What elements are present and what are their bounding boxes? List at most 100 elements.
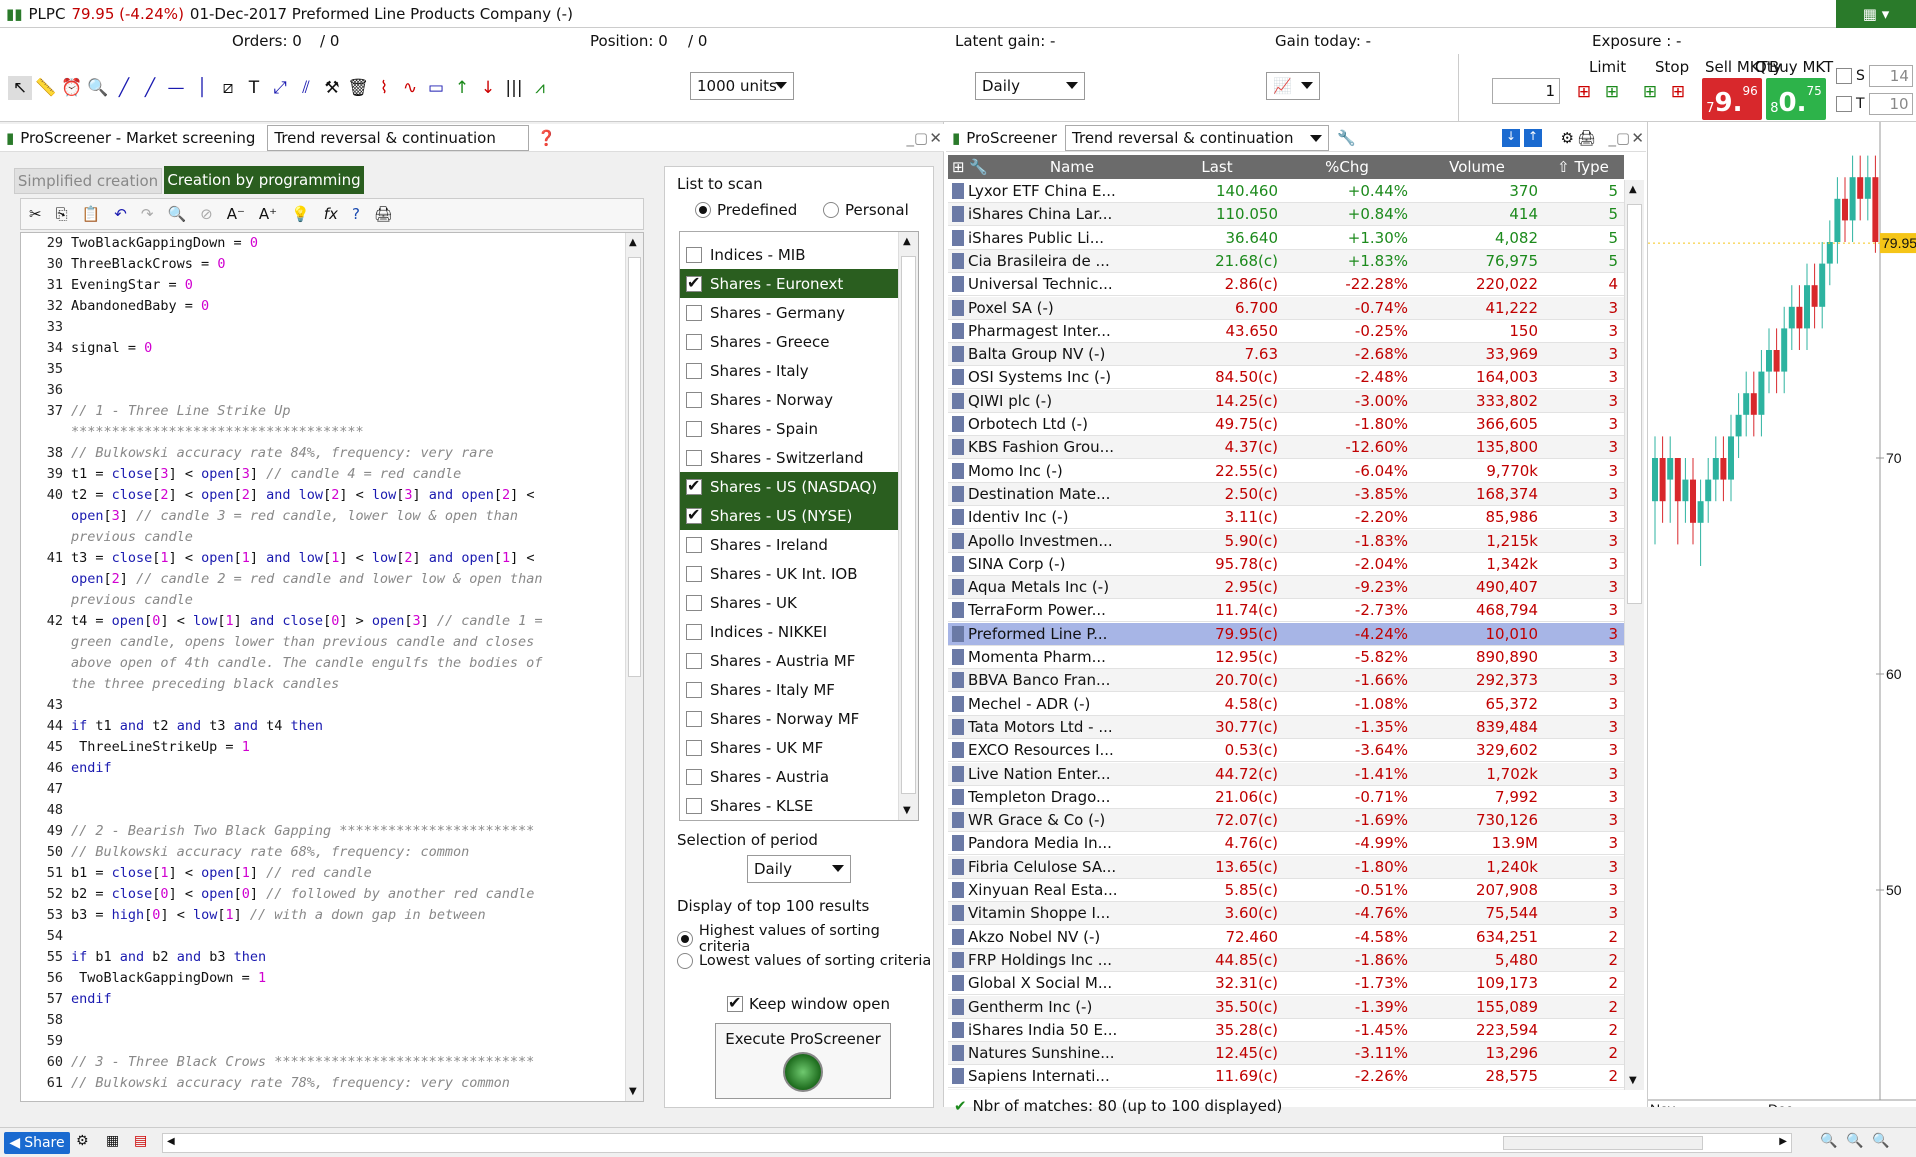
wave-icon[interactable]: ∿ — [398, 76, 422, 100]
scan-list-item[interactable]: Shares - Norway MF — [680, 704, 900, 733]
editor-scrollbar[interactable]: ▲ ▼ — [625, 233, 643, 1101]
scroll-right-icon[interactable]: ▶ — [1779, 1136, 1787, 1147]
trendline-icon[interactable]: ╱ — [138, 76, 162, 100]
scan-list-item[interactable]: Shares - UK MF — [680, 733, 900, 762]
scan-list-item[interactable]: Shares - Switzerland — [680, 443, 900, 472]
scan-item-checkbox[interactable] — [686, 652, 702, 669]
header-icons[interactable]: ⊞ 🔧 — [948, 155, 992, 179]
sell-market-button[interactable]: 7 9. 96 — [1702, 78, 1762, 120]
zoom-in-icon[interactable]: 🔍 — [1820, 1133, 1837, 1149]
settings-icon[interactable]: ⚙ — [1561, 129, 1574, 147]
table-row[interactable]: Aqua Metals Inc (-) 2.95(c) -9.23% 490,407 3 — [948, 576, 1624, 600]
maximize-icon[interactable]: ▢ — [914, 129, 928, 147]
table-row[interactable]: Apollo Investmen... 5.90(c) -1.83% 1,215k 3 — [948, 529, 1624, 553]
table-row[interactable]: Live Nation Enter... 44.72(c) -1.41% 1,702k… — [948, 762, 1624, 786]
redo-icon[interactable]: ↷ — [141, 205, 154, 223]
table-row[interactable]: Momo Inc (-) 22.55(c) -6.04% 9,770k 3 — [948, 460, 1624, 483]
table-row[interactable]: Orbotech Ltd (-) 49.75(c) -1.80% 366,605 3 — [948, 413, 1624, 436]
scan-item-checkbox[interactable] — [686, 304, 702, 321]
table-row[interactable]: iShares China Lar... 110.050 +0.84% 414 5 — [948, 203, 1624, 227]
arrow-down-icon[interactable]: ↓ — [476, 76, 500, 100]
font-smaller-icon[interactable]: A⁻ — [227, 205, 245, 223]
pattern-icon[interactable]: ⌇ — [372, 76, 396, 100]
table-row[interactable]: Balta Group NV (-) 7.63 -2.68% 33,969 3 — [948, 343, 1624, 367]
col-volume[interactable]: Volume — [1412, 155, 1542, 179]
table-row[interactable]: BBVA Banco Fran... 20.70(c) -1.66% 292,373 3 — [948, 669, 1624, 693]
cut-icon[interactable]: ✂ — [29, 205, 42, 223]
close-icon[interactable]: ✕ — [1631, 129, 1644, 147]
rectangle-icon[interactable]: ▭ — [424, 76, 448, 100]
table-row[interactable]: OSI Systems Inc (-) 84.50(c) -2.48% 164,003… — [948, 366, 1624, 390]
share-button[interactable]: ◀ Share — [4, 1132, 70, 1154]
table-row[interactable]: Poxel SA (-) 6.700 -0.74% 41,222 3 — [948, 296, 1624, 320]
table-row[interactable]: Templeton Drago... 21.06(c) -0.71% 7,992 3 — [948, 786, 1624, 809]
scan-item-checkbox[interactable] — [686, 623, 702, 640]
execute-button[interactable]: Execute ProScreener — [715, 1023, 891, 1099]
radio-predefined[interactable]: Predefined — [695, 201, 797, 219]
tab-simplified[interactable]: Simplified creation — [14, 168, 162, 194]
s-input[interactable]: 14 — [1868, 65, 1913, 87]
scan-list-item[interactable]: Shares - Austria MF — [680, 646, 900, 675]
table-row[interactable]: Global X Social M... 32.31(c) -1.73% 109,17… — [948, 972, 1624, 996]
table-row[interactable]: Lyxor ETF China E... 140.460 +0.44% 370 5 — [948, 180, 1624, 203]
stop-buy-icon[interactable]: ⊞ — [1638, 80, 1662, 104]
function-icon[interactable]: fx — [324, 205, 338, 223]
scroll-thumb[interactable] — [1627, 204, 1642, 604]
scan-item-checkbox[interactable] — [686, 333, 702, 350]
screener-name-input[interactable]: Trend reversal & continuation — [267, 124, 530, 151]
period-select[interactable]: Daily — [975, 72, 1085, 100]
scan-item-checkbox[interactable] — [686, 476, 702, 495]
channel-icon[interactable]: ⧄ — [216, 76, 240, 100]
window-controls[interactable]: ▦ ▾ — [1836, 0, 1916, 28]
scan-item-checkbox[interactable] — [686, 246, 702, 263]
text-icon[interactable]: T — [242, 76, 266, 100]
s-checkbox[interactable] — [1836, 68, 1852, 84]
scan-item-checkbox[interactable] — [686, 710, 702, 727]
scan-list-item[interactable]: Shares - Germany — [680, 298, 900, 327]
table-row[interactable]: Identiv Inc (-) 3.11(c) -2.20% 85,986 3 — [948, 506, 1624, 530]
scan-item-checkbox[interactable] — [686, 505, 702, 524]
table-row[interactable]: KBS Fashion Grou... 4.37(c) -12.60% 135,800… — [948, 436, 1624, 460]
help-icon[interactable]: ❓ — [537, 129, 556, 147]
alarm-icon[interactable]: ⏰ — [60, 76, 84, 100]
line-icon[interactable]: ╱ — [112, 76, 136, 100]
print-icon[interactable]: 🖨 — [1577, 129, 1596, 147]
delete-icon[interactable]: 🗑 — [346, 76, 370, 100]
table-row[interactable]: WR Grace & Co (-) 72.07(c) -1.69% 730,126 3 — [948, 809, 1624, 833]
table-row[interactable]: Preformed Line P... 79.95(c) -4.24% 10,010 3 — [948, 622, 1624, 646]
indicators-icon[interactable]: ⚙ — [76, 1133, 89, 1149]
scan-list-scrollbar[interactable]: ▲ ▼ — [898, 232, 918, 820]
scan-list-item[interactable]: Indices - NIKKEI — [680, 617, 900, 646]
scan-item-checkbox[interactable] — [686, 739, 702, 756]
table-row[interactable]: Gentherm Inc (-) 35.50(c) -1.39% 155,089 2 — [948, 995, 1624, 1019]
results-scrollbar[interactable]: ▲ ▼ — [1624, 180, 1644, 1090]
buy-market-button[interactable]: 8 0. 75 — [1766, 78, 1826, 120]
help-circle-icon[interactable]: ? — [352, 205, 360, 223]
ruler-icon[interactable]: 📏 — [34, 76, 58, 100]
scan-item-checkbox[interactable] — [686, 681, 702, 698]
scan-item-checkbox[interactable] — [686, 594, 702, 611]
scroll-up-icon[interactable]: ▲ — [1629, 184, 1637, 195]
table-row[interactable]: Pharmagest Inter... 43.650 -0.25% 150 3 — [948, 320, 1624, 343]
table-row[interactable]: Universal Technic... 2.86(c) -22.28% 220,02… — [948, 273, 1624, 297]
zoom-out-icon[interactable]: 🔍 — [1846, 1133, 1863, 1149]
table-row[interactable]: FRP Holdings Inc ... 44.85(c) -1.86% 5,480 2 — [948, 948, 1624, 972]
calculator-icon[interactable]: ▦ — [106, 1133, 119, 1149]
scroll-down-icon[interactable]: ▼ — [903, 805, 911, 816]
sort-up-icon[interactable]: ↑ — [1524, 128, 1542, 147]
table-row[interactable]: EXCO Resources I... 0.53(c) -3.64% 329,602 3 — [948, 739, 1624, 763]
idea-icon[interactable]: 💡 — [291, 205, 310, 223]
table-row[interactable]: GSI Technology I...7.61(c)-4.53%49,5082 — [948, 1088, 1624, 1090]
radio-predefined-dot[interactable] — [695, 202, 711, 218]
table-row[interactable]: TerraForm Power... 11.74(c) -2.73% 468,794 3 — [948, 599, 1624, 623]
table-row[interactable]: Fibria Celulose SA... 13.65(c) -1.80% 1,240… — [948, 855, 1624, 879]
zoom-fit-icon[interactable]: 🔍 — [1872, 1133, 1889, 1149]
table-row[interactable]: Akzo Nobel NV (-) 72.460 -4.58% 634,251 2 — [948, 926, 1624, 949]
search-icon[interactable]: 🔍 — [167, 205, 186, 223]
hline-icon[interactable]: — — [164, 76, 188, 100]
trend-icon[interactable]: ⩘ — [528, 76, 552, 100]
scroll-down-icon[interactable]: ▼ — [1629, 1075, 1637, 1086]
table-row[interactable]: Vitamin Shoppe I... 3.60(c) -4.76% 75,544 3 — [948, 902, 1624, 926]
radio-highest-dot[interactable] — [677, 931, 693, 947]
print-icon[interactable]: 🖨 — [374, 205, 393, 223]
